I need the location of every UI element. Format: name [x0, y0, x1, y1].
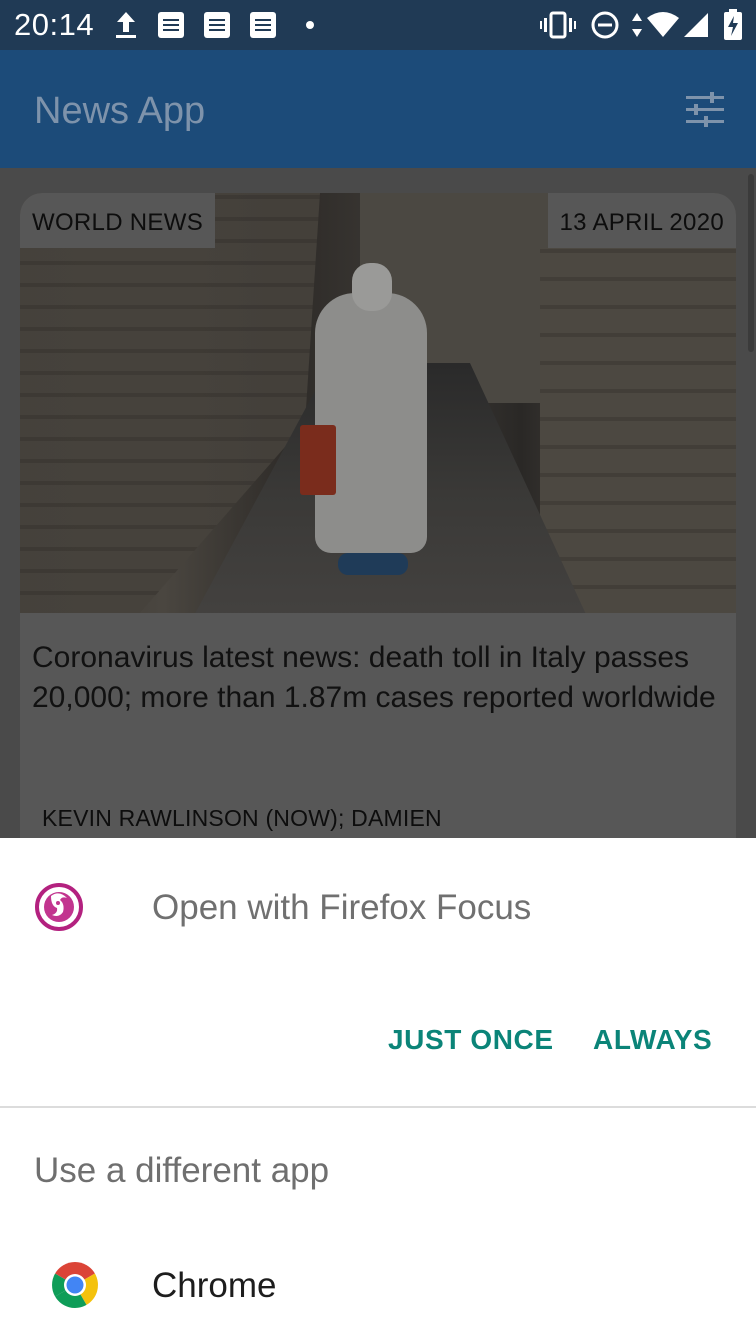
- article-author: KEVIN RAWLINSON (NOW); DAMIEN: [42, 805, 442, 831]
- article-image: WORLD NEWS 13 APRIL 2020: [20, 193, 736, 613]
- news-card[interactable]: WORLD NEWS 13 APRIL 2020 Coronavirus lat…: [20, 193, 736, 893]
- signal-icon: [682, 10, 710, 40]
- dot-icon: [306, 10, 314, 40]
- app-bar: News App: [0, 50, 756, 168]
- news-feed: WORLD NEWS 13 APRIL 2020 Coronavirus lat…: [0, 168, 756, 893]
- open-with-sheet: Open with Firefox Focus JUST ONCE ALWAYS…: [0, 838, 756, 1344]
- battery-charging-icon: [722, 9, 744, 40]
- filter-sliders-icon[interactable]: [684, 90, 726, 130]
- document-icon: [158, 10, 184, 40]
- document-icon: [250, 10, 276, 40]
- wifi-icon: [646, 10, 680, 40]
- do-not-disturb-icon: [590, 10, 620, 40]
- category-badge: WORLD NEWS: [20, 193, 215, 248]
- app-option-label: Chrome: [152, 1266, 277, 1305]
- app-option-chrome[interactable]: Chrome: [0, 1238, 756, 1338]
- status-bar: 20:14: [0, 0, 756, 50]
- scrollbar[interactable]: [748, 174, 754, 352]
- document-icon: [204, 10, 230, 40]
- use-different-app-label: Use a different app: [34, 1151, 330, 1190]
- date-badge: 13 APRIL 2020: [547, 193, 736, 248]
- dialog-title: Open with Firefox Focus: [152, 888, 532, 927]
- status-time: 20:14: [14, 7, 95, 42]
- always-button[interactable]: ALWAYS: [593, 1024, 712, 1056]
- divider: [0, 1106, 756, 1108]
- vibrate-icon: [540, 10, 576, 40]
- chrome-icon: [50, 1260, 100, 1310]
- article-headline: Coronavirus latest news: death toll in I…: [32, 641, 716, 714]
- app-title: News App: [34, 90, 206, 132]
- just-once-button[interactable]: JUST ONCE: [388, 1024, 554, 1056]
- data-arrows-icon: [630, 10, 644, 40]
- firefox-focus-icon: [34, 882, 84, 932]
- upload-icon: [114, 10, 138, 40]
